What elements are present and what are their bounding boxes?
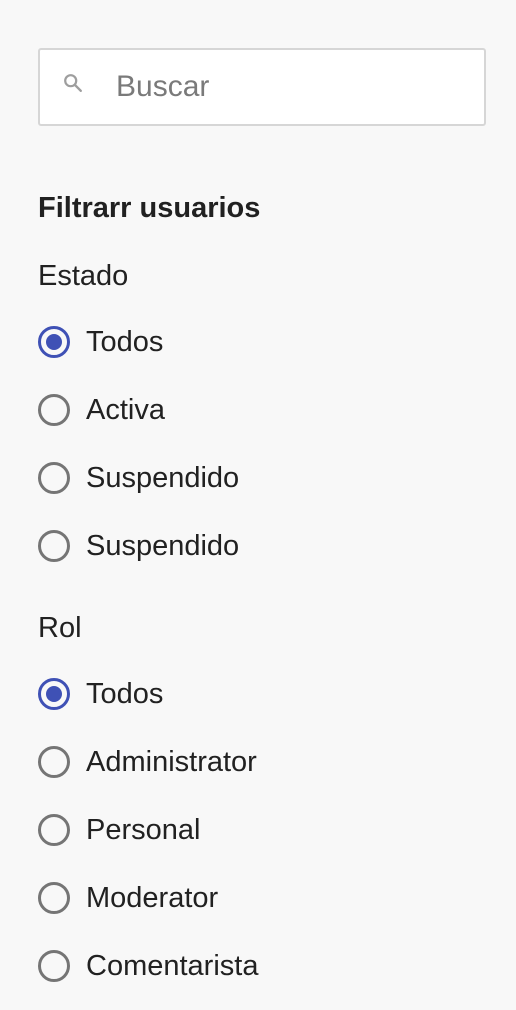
- radio-button[interactable]: [38, 950, 70, 982]
- radio-button[interactable]: [38, 462, 70, 494]
- radio-estado-suspendido-2[interactable]: Suspendido: [38, 524, 239, 568]
- radio-label: Todos: [86, 326, 164, 358]
- radio-button[interactable]: [38, 814, 70, 846]
- radio-button[interactable]: [38, 394, 70, 426]
- radio-rol-comentarista[interactable]: Comentarista: [38, 944, 258, 988]
- radio-button[interactable]: [38, 746, 70, 778]
- radio-button-checked[interactable]: [38, 678, 70, 710]
- radio-rol-personal[interactable]: Personal: [38, 808, 200, 852]
- radio-label: Comentarista: [86, 950, 259, 982]
- filter-panel: Filtrarr usuarios Estado Todos Activa Su…: [0, 0, 516, 1010]
- radio-label: Suspendido: [86, 530, 240, 562]
- radio-button[interactable]: [38, 530, 70, 562]
- radio-button[interactable]: [38, 882, 70, 914]
- filter-heading: Filtrarr usuarios: [38, 192, 261, 224]
- estado-label: Estado: [38, 260, 129, 292]
- radio-estado-todos[interactable]: Todos: [38, 320, 163, 364]
- radio-label: Personal: [86, 814, 201, 846]
- radio-label: Moderator: [86, 882, 219, 914]
- rol-label: Rol: [38, 612, 82, 644]
- search-box[interactable]: [38, 48, 486, 126]
- radio-rol-administrator[interactable]: Administrator: [38, 740, 257, 784]
- radio-label: Activa: [86, 394, 165, 426]
- radio-label: Administrator: [86, 746, 257, 778]
- radio-estado-activa[interactable]: Activa: [38, 388, 165, 432]
- radio-label: Todos: [86, 678, 164, 710]
- search-icon: [64, 74, 82, 92]
- radio-label: Suspendido: [86, 462, 240, 494]
- search-input[interactable]: [116, 50, 466, 124]
- radio-estado-suspendido[interactable]: Suspendido: [38, 456, 239, 500]
- radio-rol-todos[interactable]: Todos: [38, 672, 163, 716]
- radio-rol-moderator[interactable]: Moderator: [38, 876, 218, 920]
- radio-button-checked[interactable]: [38, 326, 70, 358]
